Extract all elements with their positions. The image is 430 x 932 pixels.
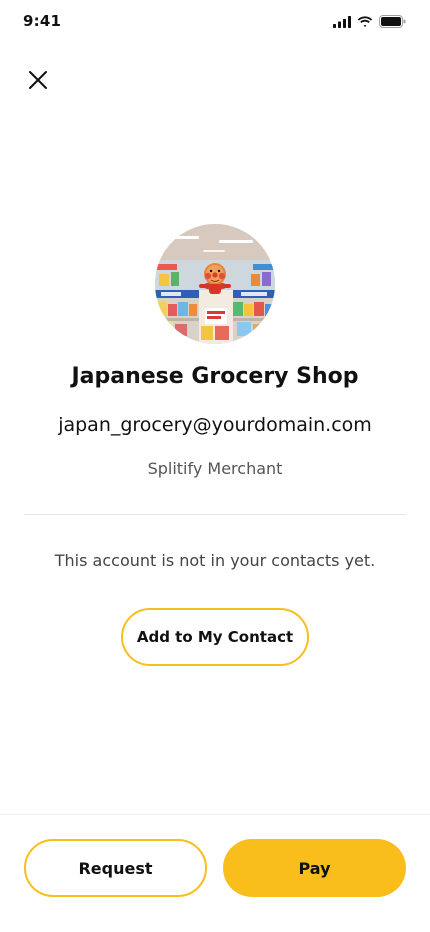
close-button[interactable] xyxy=(24,66,52,94)
store-photo xyxy=(155,224,275,344)
merchant-email: japan_grocery@yourdomain.com xyxy=(58,414,372,436)
bottom-action-bar: Request Pay xyxy=(0,814,430,932)
request-button[interactable]: Request xyxy=(24,839,207,897)
close-icon xyxy=(29,71,47,89)
status-bar: 9:41 xyxy=(0,0,430,44)
add-contact-button[interactable]: Add to My Contact xyxy=(121,608,309,666)
pay-button[interactable]: Pay xyxy=(223,839,406,897)
status-time: 9:41 xyxy=(23,12,62,30)
divider xyxy=(24,514,406,515)
avatar xyxy=(155,224,275,344)
merchant-name: Japanese Grocery Shop xyxy=(71,364,359,389)
cellular-signal-icon xyxy=(333,15,351,28)
status-icons xyxy=(333,15,406,28)
merchant-type: Splitify Merchant xyxy=(147,459,283,478)
battery-icon xyxy=(379,15,406,28)
wifi-icon xyxy=(357,15,373,27)
contact-note: This account is not in your contacts yet… xyxy=(54,551,376,570)
